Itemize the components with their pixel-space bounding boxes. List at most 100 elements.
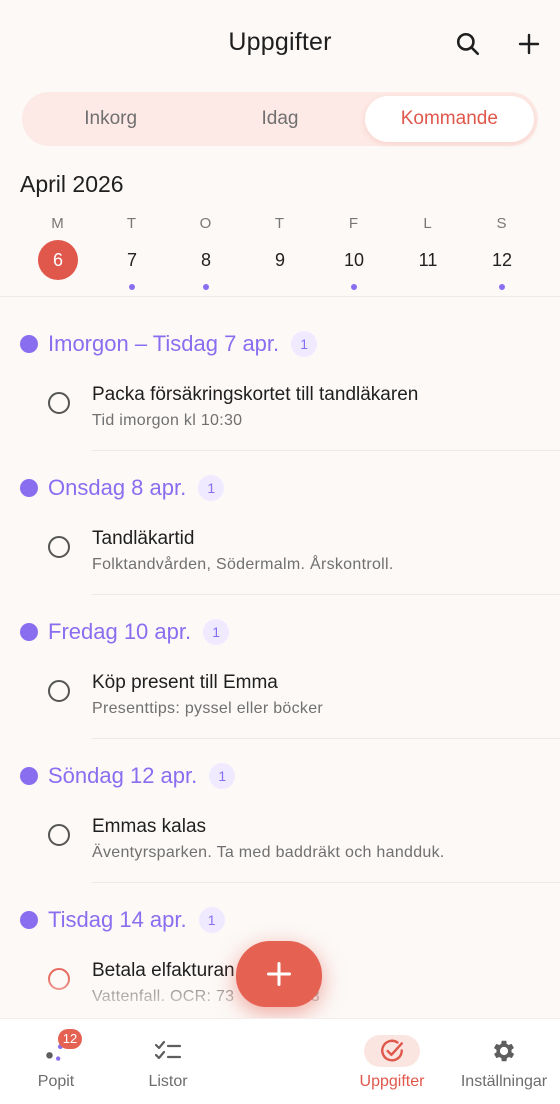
divider — [92, 882, 560, 883]
month-label: April 2026 — [20, 171, 124, 197]
task-item[interactable]: Köp present till Emma Presenttips: pysse… — [0, 664, 560, 739]
date-group: Imorgon – Tisdag 7 apr. 1 Packa försäkri… — [0, 310, 560, 454]
group-count-badge: 1 — [198, 475, 225, 501]
day-cell[interactable]: M 6 — [28, 212, 88, 296]
group-header: Imorgon – Tisdag 7 apr. 1 — [20, 328, 318, 360]
group-count-badge: 1 — [198, 907, 225, 933]
no-event-dot — [55, 284, 61, 290]
day-number: 8 — [200, 250, 211, 270]
weekday-label: L — [423, 215, 433, 232]
tab-label: Inställningar — [460, 1073, 548, 1090]
day-number: 9 — [274, 250, 285, 270]
task-title: Tandläkartid — [92, 528, 195, 549]
task-subtitle: Tid imorgon kl 10:30 — [92, 412, 243, 429]
add-task-fab[interactable] — [236, 941, 322, 1007]
task-checkbox[interactable] — [48, 680, 70, 702]
weekday-label: T — [274, 215, 286, 232]
day-cell[interactable]: O 8 — [176, 212, 236, 296]
check-circle-icon — [381, 1039, 403, 1062]
add-task-button[interactable] — [511, 26, 547, 62]
group-date-label: Söndag 12 apr. — [48, 763, 198, 788]
task-subtitle: Folktandvården, Södermalm. Årskontroll. — [92, 556, 394, 573]
group-dot — [20, 335, 38, 353]
date-group: Onsdag 8 apr. 1 Tandläkartid Folktandvår… — [0, 454, 560, 598]
event-dot — [203, 284, 209, 290]
group-dot — [20, 623, 38, 641]
day-cell[interactable]: T 7 — [102, 212, 162, 296]
popit-badge: 12 — [58, 1029, 82, 1049]
group-dot — [20, 911, 38, 929]
task-subtitle-start: Vattenfall. OCR: 73 — [92, 988, 235, 1005]
gear-icon — [493, 1040, 515, 1062]
tab-icon-wrap — [364, 1035, 420, 1067]
tab-listor[interactable]: Listor — [112, 1019, 224, 1104]
tab-uppgifter[interactable]: Uppgifter — [336, 1019, 448, 1104]
divider — [0, 296, 560, 297]
upcoming-task-list[interactable]: Imorgon – Tisdag 7 apr. 1 Packa försäkri… — [0, 310, 560, 1010]
date-group: Söndag 12 apr. 1 Emmas kalas Äventyrspar… — [0, 742, 560, 886]
view-segmented-control: Inkorg Idag Kommande — [22, 92, 538, 146]
segment-kommande[interactable]: Kommande — [364, 96, 534, 142]
weekday-label: F — [348, 215, 360, 232]
group-count-badge: 1 — [209, 763, 236, 789]
group-header: Onsdag 8 apr. 1 — [20, 472, 225, 504]
day-number: 7 — [126, 250, 137, 270]
task-item[interactable]: Packa försäkringskortet till tandläkaren… — [0, 376, 560, 451]
day-cell[interactable]: S 12 — [472, 212, 532, 296]
segment-inkorg[interactable]: Inkorg — [26, 96, 195, 142]
task-subtitle: Presenttips: pyssel eller böcker — [92, 700, 324, 717]
weekday-label: S — [496, 215, 508, 232]
group-header: Fredag 10 apr. 1 — [20, 616, 230, 648]
day-cell[interactable]: F 10 — [324, 212, 384, 296]
event-dot — [499, 284, 505, 290]
task-checkbox[interactable] — [48, 536, 70, 558]
tab-popit[interactable]: 12 Popit — [0, 1019, 112, 1104]
search-icon — [456, 32, 480, 56]
group-count-badge: 1 — [291, 331, 318, 357]
group-date-label: Tisdag 14 apr. — [48, 907, 187, 932]
group-date-label: Imorgon – Tisdag 7 apr. — [48, 331, 280, 356]
group-header: Söndag 12 apr. 1 — [20, 760, 236, 792]
tab-label: Listor — [148, 1073, 188, 1090]
tab-installningar[interactable]: Inställningar — [448, 1019, 560, 1104]
tab-label: Uppgifter — [359, 1073, 425, 1090]
task-title: Emmas kalas — [92, 816, 207, 837]
search-button[interactable] — [450, 26, 486, 62]
day-number-today: 6 — [38, 240, 78, 280]
date-group: Fredag 10 apr. 1 Köp present till Emma P… — [0, 598, 560, 742]
weekday-label: M — [51, 215, 65, 232]
tab-icon-wrap — [140, 1035, 196, 1067]
group-header: Tisdag 14 apr. 1 — [20, 904, 225, 936]
week-strip: M 6 T 7 O 8 T 9 F 10 L 11 S 12 — [20, 212, 540, 296]
no-event-dot — [425, 284, 431, 290]
task-item[interactable]: Emmas kalas Äventyrsparken. Ta med baddr… — [0, 808, 560, 883]
tab-icon-wrap: 12 — [28, 1029, 84, 1067]
tab-label: Popit — [37, 1073, 75, 1090]
tab-icon-wrap — [476, 1035, 532, 1067]
plus-icon — [518, 33, 540, 55]
event-dot — [129, 284, 135, 290]
no-event-dot — [277, 284, 283, 290]
group-date-label: Fredag 10 apr. — [48, 619, 192, 644]
divider — [92, 450, 560, 451]
day-number: 12 — [491, 250, 513, 270]
bottom-tab-bar: 12 Popit Listor Uppgifter Inställningar — [0, 1018, 560, 1104]
checklist-icon — [154, 1040, 182, 1060]
task-checkbox[interactable] — [48, 824, 70, 846]
divider — [92, 738, 560, 739]
task-subtitle: Äventyrsparken. Ta med baddräkt och hand… — [92, 844, 445, 861]
task-title: Betala elfakturan — [92, 960, 235, 981]
task-checkbox[interactable] — [48, 392, 70, 414]
task-checkbox-flagged[interactable] — [48, 968, 70, 990]
app-header: Uppgifter — [0, 0, 560, 90]
segment-idag[interactable]: Idag — [195, 96, 364, 142]
weekday-label: T — [126, 215, 138, 232]
day-cell[interactable]: T 9 — [250, 212, 310, 296]
group-date-label: Onsdag 8 apr. — [48, 475, 187, 500]
day-number: 11 — [418, 250, 438, 270]
task-title: Köp present till Emma — [92, 672, 278, 693]
event-dot — [351, 284, 357, 290]
day-cell[interactable]: L 11 — [398, 212, 458, 296]
task-item[interactable]: Tandläkartid Folktandvården, Södermalm. … — [0, 520, 560, 595]
group-dot — [20, 767, 38, 785]
